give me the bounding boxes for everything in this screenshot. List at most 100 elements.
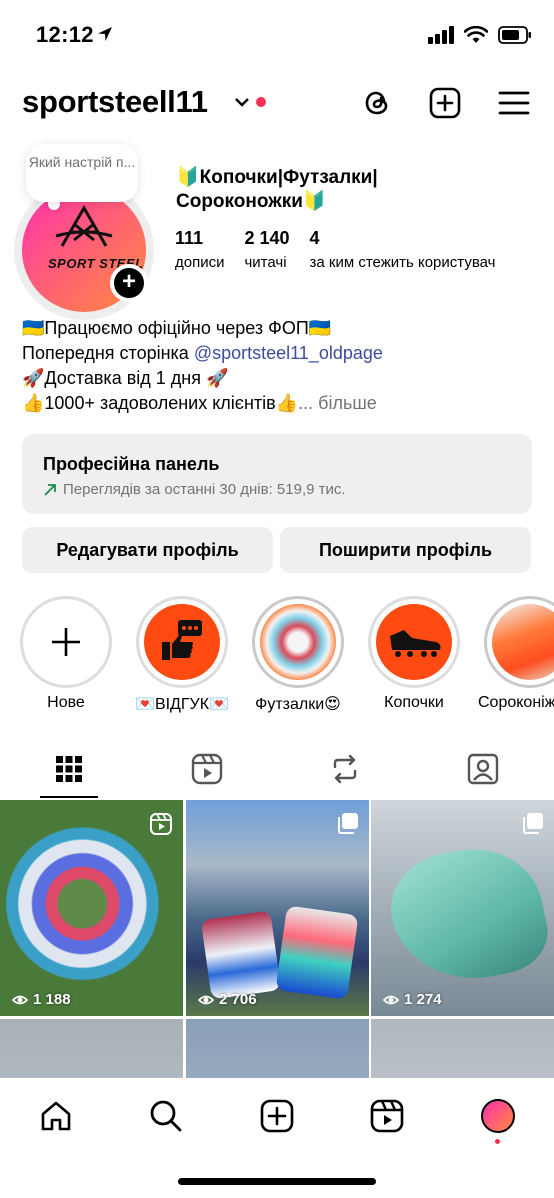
grid-icon xyxy=(56,756,82,782)
professional-dashboard[interactable]: Професійна панель Переглядів за останні … xyxy=(22,434,532,514)
highlight-label: Нове xyxy=(47,694,85,711)
profile-tabs xyxy=(0,740,554,800)
stat-value: 4 xyxy=(309,228,320,248)
views-text: 1 188 xyxy=(33,991,71,1008)
highlight-circle xyxy=(136,596,228,688)
share-profile-button[interactable]: Поширити профіль xyxy=(280,527,531,573)
highlight-circle xyxy=(484,596,554,688)
note-bubble[interactable]: Який настрій п... xyxy=(26,144,138,202)
add-story-button[interactable]: + xyxy=(110,264,148,302)
reels-icon xyxy=(191,753,223,785)
post-thumbnail[interactable]: 1 188 xyxy=(0,800,183,1016)
pro-panel-title: Професійна панель xyxy=(43,454,220,474)
profile-stats: 111 дописи 2 140 читачі 4 за ким стежить… xyxy=(175,228,515,271)
status-indicators xyxy=(428,26,532,44)
edit-profile-button[interactable]: Редагувати профіль xyxy=(22,527,273,573)
tab-grid[interactable] xyxy=(0,740,138,798)
highlight-futsal[interactable]: Футзалки😍 xyxy=(252,596,344,713)
highlight-label: Футзалки😍 xyxy=(255,696,341,713)
profile-bio: 🇺🇦Працюємо офіційно через ФОП🇺🇦 Попередн… xyxy=(22,316,542,416)
story-highlights: Нове 💌ВІДГУК💌 Футзалки😍 Копочки Сороконі… xyxy=(0,596,554,716)
highlight-boots[interactable]: Копочки xyxy=(368,596,460,711)
nav-reels[interactable] xyxy=(367,1096,407,1136)
highlight-label: 💌ВІДГУК💌 xyxy=(135,696,229,713)
highlight-label: Копочки xyxy=(384,694,444,711)
post-view-count: 1 188 xyxy=(12,991,71,1008)
carousel-badge-icon xyxy=(523,813,543,834)
stat-followers[interactable]: 2 140 читачі xyxy=(244,228,289,271)
eye-icon xyxy=(383,995,399,1004)
pro-panel-views: Переглядів за останні 30 днів: 519,9 тис… xyxy=(63,481,346,498)
stat-label: дописи xyxy=(175,254,225,271)
highlight-cover xyxy=(260,604,336,680)
highlight-reviews[interactable]: 💌ВІДГУК💌 xyxy=(135,596,229,713)
profile-header: sportsteell11 xyxy=(0,78,554,134)
trending-up-icon xyxy=(44,483,56,496)
profile-display-name: 🔰Копочки|Футзалки|Сороконожки🔰 xyxy=(176,167,378,212)
stat-value: 2 140 xyxy=(244,228,290,248)
home-icon xyxy=(41,1101,71,1131)
post-view-count: 1 274 xyxy=(383,991,442,1008)
bio-more-link[interactable]: ... більше xyxy=(298,393,377,413)
bio-line: 👍1000+ задоволених клієнтів👍... більше xyxy=(22,391,542,416)
posts-grid: 1 188 2 706 1 274 xyxy=(0,800,554,1080)
nav-home[interactable] xyxy=(36,1096,76,1136)
home-indicator xyxy=(178,1178,376,1185)
chevron-down-icon[interactable] xyxy=(233,95,251,109)
menu-icon[interactable] xyxy=(497,86,531,120)
brand-logo-icon xyxy=(55,205,113,247)
post-thumbnail[interactable] xyxy=(0,1019,183,1080)
cellular-signal-icon xyxy=(428,26,454,44)
highlight-cover xyxy=(376,604,452,680)
tagged-person-icon xyxy=(467,753,499,785)
highlight-circle xyxy=(252,596,344,688)
bio-line: 🇺🇦Працюємо офіційно через ФОП🇺🇦 xyxy=(22,318,332,338)
location-arrow-icon xyxy=(98,27,112,41)
repost-icon xyxy=(333,754,357,784)
stat-label: за ким стежить користувач xyxy=(309,254,496,271)
shoe-stack-right xyxy=(275,905,359,1000)
stat-following[interactable]: 4 за ким стежить користувач xyxy=(310,228,496,271)
bio-line: Попередня сторінка @sportsteel11_oldpage xyxy=(22,341,542,366)
nav-profile[interactable] xyxy=(478,1096,518,1136)
pro-panel-subtitle: Переглядів за останні 30 днів: 519,9 тис… xyxy=(43,481,532,498)
post-view-count: 2 706 xyxy=(198,991,257,1008)
bio-text: Попередня сторінка xyxy=(22,343,194,363)
post-thumbnail[interactable] xyxy=(371,1019,554,1080)
status-time: 12:12 xyxy=(36,22,94,47)
active-tab-indicator xyxy=(40,796,98,798)
profile-avatar-icon xyxy=(481,1099,515,1133)
highlight-circle xyxy=(368,596,460,688)
stat-posts[interactable]: 111 дописи xyxy=(175,228,224,271)
shoe-photo xyxy=(381,835,554,995)
reel-badge-icon xyxy=(150,813,172,835)
highlight-new[interactable]: Нове xyxy=(20,596,112,711)
status-bar: 12:12 xyxy=(0,0,554,70)
tab-reposts[interactable] xyxy=(276,740,414,798)
create-post-icon[interactable] xyxy=(428,86,462,120)
post-thumbnail[interactable] xyxy=(186,1019,369,1080)
views-text: 1 274 xyxy=(404,991,442,1008)
post-thumbnail[interactable]: 1 274 xyxy=(371,800,554,1016)
eye-icon xyxy=(12,995,28,1004)
bio-text: 👍1000+ задоволених клієнтів👍 xyxy=(22,393,299,413)
create-icon xyxy=(260,1099,294,1133)
review-thumbs-up-icon xyxy=(162,620,202,660)
bio-mention-link[interactable]: @sportsteel11_oldpage xyxy=(194,343,383,363)
tab-reels[interactable] xyxy=(138,740,276,798)
carousel-badge-icon xyxy=(338,813,358,834)
wifi-icon xyxy=(464,26,488,43)
eye-icon xyxy=(198,995,214,1004)
nav-create[interactable] xyxy=(257,1096,297,1136)
post-thumbnail[interactable]: 2 706 xyxy=(186,800,369,1016)
shoe-stack-left xyxy=(200,910,282,1000)
threads-icon[interactable] xyxy=(360,86,394,120)
tab-tagged[interactable] xyxy=(414,740,552,798)
highlight-cover xyxy=(144,604,220,680)
nav-search[interactable] xyxy=(146,1096,186,1136)
profile-notification-dot xyxy=(495,1139,500,1144)
football-boot-icon xyxy=(390,630,441,657)
reels-icon xyxy=(370,1099,404,1133)
highlight-turf[interactable]: Сороконіжки xyxy=(478,596,554,711)
account-switcher-username[interactable]: sportsteell11 xyxy=(22,84,208,120)
